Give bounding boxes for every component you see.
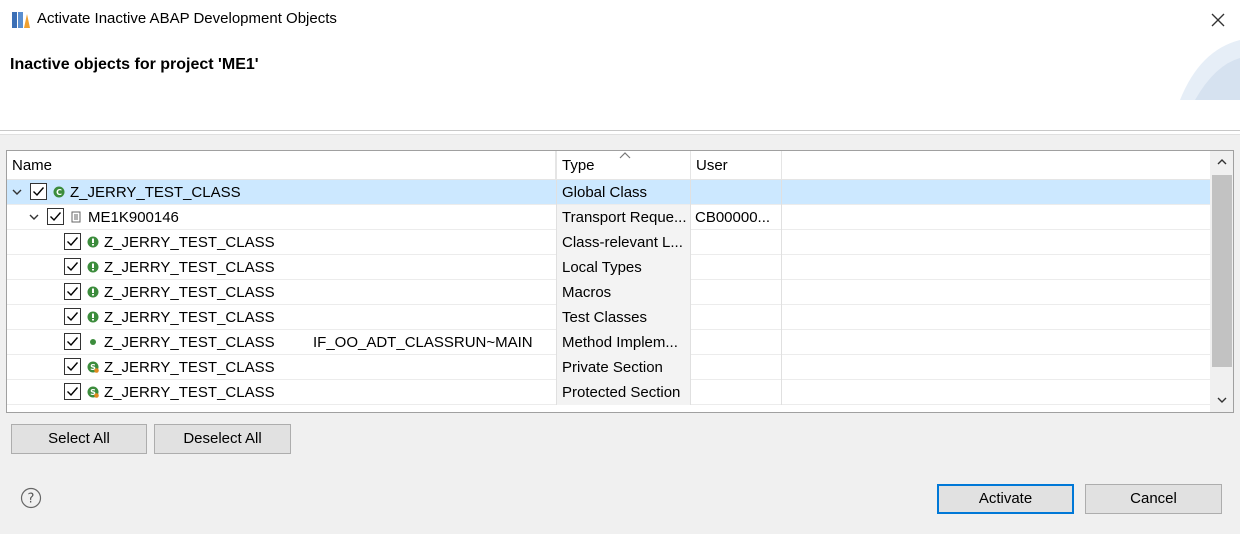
chevron-down-icon bbox=[1217, 397, 1227, 403]
scrollbar-thumb[interactable] bbox=[1212, 175, 1232, 367]
object-type: Transport Reque... bbox=[556, 205, 691, 230]
object-name: Z_JERRY_TEST_CLASS bbox=[104, 284, 275, 301]
tree-row-include[interactable]: Z_JERRY_TEST_CLASS Macros bbox=[7, 280, 1210, 305]
object-type: Macros bbox=[556, 280, 691, 305]
help-icon[interactable]: ? bbox=[20, 487, 42, 509]
checkmark-icon bbox=[67, 337, 79, 347]
object-name: Z_JERRY_TEST_CLASS bbox=[104, 309, 275, 326]
chevron-up-icon bbox=[1217, 159, 1227, 165]
checkmark-icon bbox=[67, 287, 79, 297]
object-type: Protected Section bbox=[556, 380, 691, 405]
object-name: Z_JERRY_TEST_CLASS bbox=[104, 384, 275, 401]
tree-row-global-class[interactable]: C Z_JERRY_TEST_CLASS Global Class bbox=[7, 180, 1210, 205]
checkmark-icon bbox=[67, 312, 79, 322]
close-button[interactable] bbox=[1196, 0, 1240, 40]
tree-row-include[interactable]: Z_JERRY_TEST_CLASS Test Classes bbox=[7, 305, 1210, 330]
object-name: Z_JERRY_TEST_CLASS bbox=[104, 359, 275, 376]
svg-text:?: ? bbox=[28, 492, 35, 507]
object-user bbox=[691, 305, 782, 330]
object-user bbox=[691, 280, 782, 305]
row-checkbox[interactable] bbox=[64, 233, 81, 250]
eclipse-app-icon bbox=[11, 10, 31, 30]
method-icon bbox=[90, 339, 96, 345]
column-header-name[interactable]: Name bbox=[7, 151, 556, 180]
row-checkbox[interactable] bbox=[64, 333, 81, 350]
global-class-icon: C bbox=[53, 186, 65, 198]
object-user bbox=[691, 255, 782, 280]
transport-request-icon bbox=[71, 211, 81, 223]
include-icon bbox=[87, 236, 99, 248]
tree-row-include[interactable]: Z_JERRY_TEST_CLASS Class-relevant L... bbox=[7, 230, 1210, 255]
tree-row-method[interactable]: Z_JERRY_TEST_CLASS IF_OO_ADT_CLASSRUN~MA… bbox=[7, 330, 1210, 355]
vertical-scrollbar[interactable] bbox=[1210, 151, 1233, 412]
method-name: IF_OO_ADT_CLASSRUN~MAIN bbox=[313, 334, 533, 351]
row-checkbox[interactable] bbox=[64, 258, 81, 275]
tree-row-transport-request[interactable]: ME1K900146 Transport Reque... CB00000... bbox=[7, 205, 1210, 230]
include-icon bbox=[87, 311, 99, 323]
row-checkbox[interactable] bbox=[64, 283, 81, 300]
cancel-button[interactable]: Cancel bbox=[1085, 484, 1222, 514]
table-header: Name Type User bbox=[7, 151, 1210, 180]
inactive-objects-tree-table[interactable]: Name Type User C Z_JERRY_TEST_CLASS Glob… bbox=[6, 150, 1234, 413]
object-name: Z_JERRY_TEST_CLASS bbox=[104, 234, 275, 251]
object-name: ME1K900146 bbox=[88, 209, 179, 226]
object-user bbox=[691, 180, 782, 205]
object-user bbox=[691, 355, 782, 380]
title-bar: Activate Inactive ABAP Development Objec… bbox=[0, 0, 1240, 40]
section-icon: S bbox=[87, 361, 99, 373]
close-icon bbox=[1211, 13, 1225, 27]
checkmark-icon bbox=[67, 362, 79, 372]
object-type: Test Classes bbox=[556, 305, 691, 330]
checkmark-icon bbox=[50, 212, 62, 222]
tree-row-section[interactable]: S Z_JERRY_TEST_CLASS Private Section bbox=[7, 355, 1210, 380]
chevron-down-icon[interactable] bbox=[12, 187, 22, 197]
section-icon: S bbox=[87, 386, 99, 398]
scroll-down-button[interactable] bbox=[1210, 389, 1233, 411]
object-user bbox=[691, 330, 782, 355]
object-type: Private Section bbox=[556, 355, 691, 380]
chevron-down-icon[interactable] bbox=[29, 212, 39, 222]
object-user: CB00000... bbox=[691, 205, 782, 230]
checkmark-icon bbox=[33, 187, 45, 197]
row-checkbox[interactable] bbox=[47, 208, 64, 225]
object-name: Z_JERRY_TEST_CLASS bbox=[104, 334, 275, 351]
tree-row-section[interactable]: S Z_JERRY_TEST_CLASS Protected Section bbox=[7, 380, 1210, 405]
object-name: Z_JERRY_TEST_CLASS bbox=[104, 259, 275, 276]
dialog-heading: Inactive objects for project 'ME1' bbox=[10, 56, 259, 73]
dialog-header: Inactive objects for project 'ME1' bbox=[0, 40, 1240, 130]
object-type: Global Class bbox=[556, 180, 691, 205]
object-user bbox=[691, 230, 782, 255]
column-header-user[interactable]: User bbox=[691, 151, 782, 180]
include-icon bbox=[87, 261, 99, 273]
banner-decoration-image bbox=[1180, 40, 1240, 100]
activate-button[interactable]: Activate bbox=[937, 484, 1074, 514]
scroll-up-button[interactable] bbox=[1210, 151, 1233, 173]
object-type: Class-relevant L... bbox=[556, 230, 691, 255]
deselect-all-button[interactable]: Deselect All bbox=[154, 424, 291, 454]
object-user bbox=[691, 380, 782, 405]
include-icon bbox=[87, 286, 99, 298]
row-checkbox[interactable] bbox=[64, 308, 81, 325]
checkmark-icon bbox=[67, 262, 79, 272]
row-checkbox[interactable] bbox=[64, 383, 81, 400]
checkmark-icon bbox=[67, 237, 79, 247]
select-all-button[interactable]: Select All bbox=[11, 424, 147, 454]
row-checkbox[interactable] bbox=[30, 183, 47, 200]
window-title: Activate Inactive ABAP Development Objec… bbox=[37, 10, 337, 27]
svg-text:C: C bbox=[56, 188, 62, 197]
checkmark-icon bbox=[67, 387, 79, 397]
object-name: Z_JERRY_TEST_CLASS bbox=[70, 184, 241, 201]
object-type: Method Implem... bbox=[556, 330, 691, 355]
tree-row-include[interactable]: Z_JERRY_TEST_CLASS Local Types bbox=[7, 255, 1210, 280]
object-type: Local Types bbox=[556, 255, 691, 280]
row-checkbox[interactable] bbox=[64, 358, 81, 375]
sort-ascending-icon bbox=[619, 152, 631, 159]
header-divider bbox=[0, 130, 1240, 131]
